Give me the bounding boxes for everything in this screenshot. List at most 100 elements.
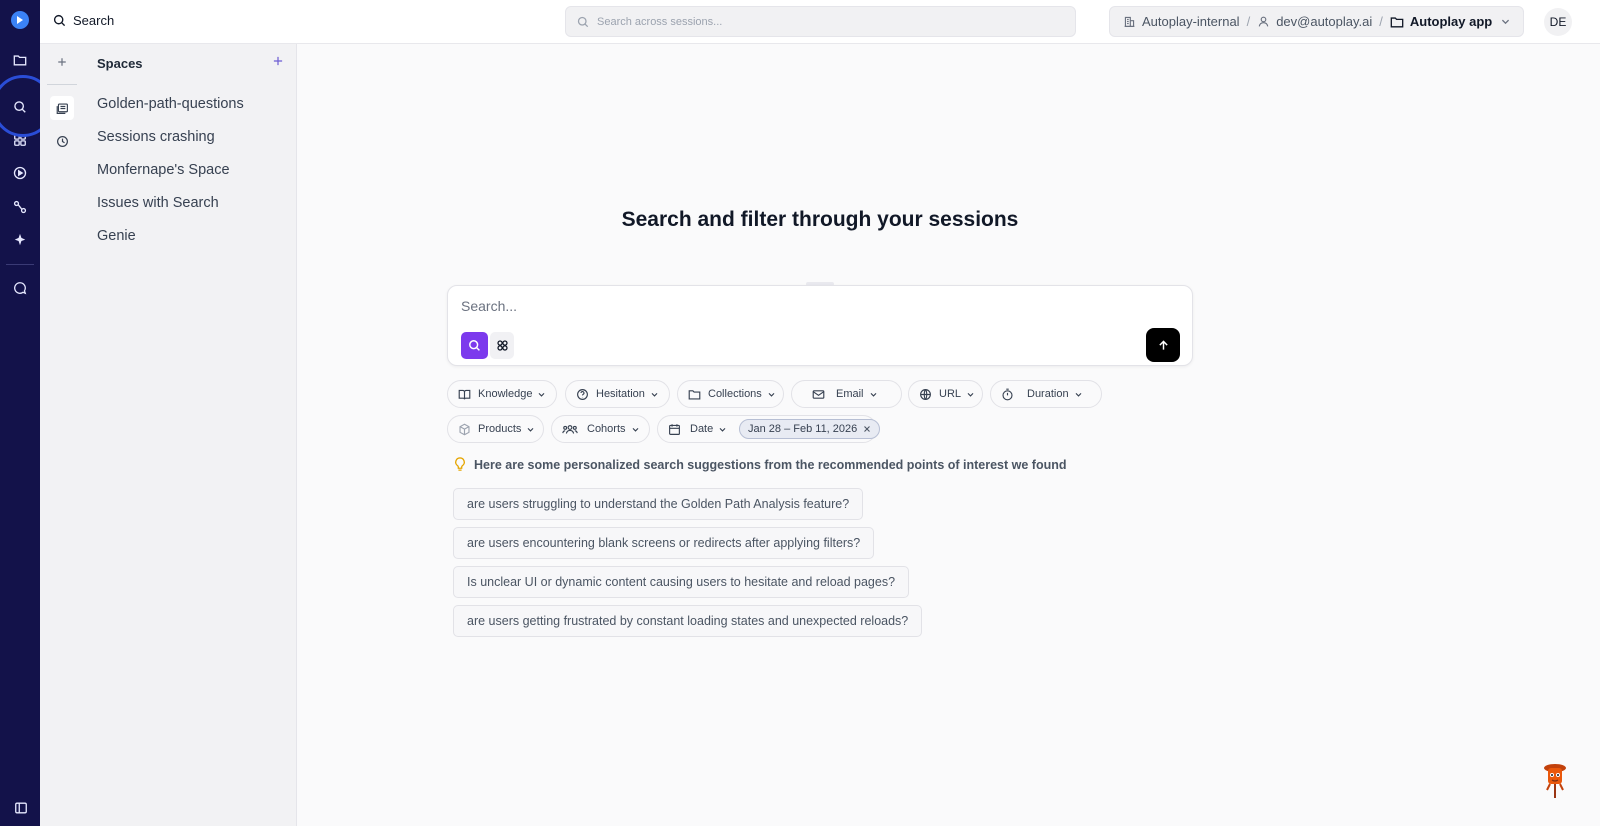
flow-icon[interactable] bbox=[9, 196, 31, 218]
space-item[interactable]: Sessions crashing bbox=[97, 129, 215, 145]
lightbulb-icon bbox=[455, 457, 465, 471]
page-headline: Search and filter through your sessions bbox=[621, 208, 1019, 231]
book-icon bbox=[458, 389, 471, 399]
dashboard-icon[interactable] bbox=[9, 129, 31, 151]
search-mode-button[interactable] bbox=[461, 332, 488, 359]
folder-icon bbox=[1390, 16, 1404, 27]
filter-label: Date bbox=[690, 423, 714, 435]
app-logo-icon[interactable] bbox=[11, 11, 29, 29]
global-search[interactable] bbox=[565, 6, 1076, 37]
box-icon bbox=[459, 423, 470, 435]
knot-icon bbox=[496, 340, 508, 351]
filter-label: Duration bbox=[1027, 388, 1069, 400]
building-icon bbox=[1124, 16, 1135, 27]
arrow-up-icon bbox=[1158, 339, 1168, 350]
suggestion-item[interactable]: are users getting frustrated by constant… bbox=[453, 605, 923, 637]
space-item[interactable]: Golden-path-questions bbox=[97, 96, 244, 112]
page-title-label: Search bbox=[73, 13, 115, 28]
chevron-down-icon bbox=[719, 427, 726, 432]
suggestion-item[interactable]: Is unclear UI or dynamic content causing… bbox=[453, 566, 910, 598]
calendar-icon bbox=[669, 423, 680, 435]
breadcrumb-separator: / bbox=[1379, 14, 1383, 29]
global-search-input[interactable] bbox=[597, 15, 1037, 28]
breadcrumb-separator: / bbox=[1246, 14, 1251, 29]
filter-label: Cohorts bbox=[587, 423, 626, 435]
filter-label: Products bbox=[478, 423, 522, 435]
chevron-down-icon bbox=[527, 427, 534, 432]
filter-label: Knowledge bbox=[478, 388, 533, 400]
rail-divider bbox=[6, 264, 34, 265]
app-label: Autoplay app bbox=[1409, 14, 1493, 29]
folder-icon[interactable] bbox=[9, 49, 31, 71]
search-icon bbox=[53, 14, 66, 27]
suggestions-hint: Here are some personalized search sugges… bbox=[454, 457, 1067, 472]
globe-icon bbox=[920, 388, 931, 400]
filter-label: Collections bbox=[708, 388, 762, 400]
filter-url[interactable]: URL bbox=[908, 380, 983, 408]
hint-text: Here are some personalized search sugges… bbox=[474, 457, 1067, 472]
chevron-down-icon bbox=[1075, 392, 1082, 397]
spaces-panel: Spaces Golden-path-questions Sessions cr… bbox=[84, 44, 297, 826]
users-icon bbox=[562, 424, 578, 434]
date-range-value: Jan 28 – Feb 11, 2026 bbox=[748, 423, 858, 435]
chevron-down-icon bbox=[539, 392, 545, 397]
user-label: dev@autoplay.ai bbox=[1276, 14, 1373, 29]
chat-icon[interactable] bbox=[9, 277, 31, 299]
space-item[interactable]: Issues with Search bbox=[97, 195, 219, 211]
plus-icon[interactable] bbox=[50, 50, 74, 74]
spaces-tab-icon[interactable] bbox=[50, 96, 74, 120]
session-search-box bbox=[447, 285, 1193, 366]
search-icon bbox=[577, 16, 589, 28]
filter-cohorts[interactable]: Cohorts bbox=[551, 415, 650, 443]
history-icon[interactable] bbox=[50, 129, 74, 153]
chevron-down-icon[interactable] bbox=[1500, 16, 1511, 27]
app-rail bbox=[0, 0, 40, 826]
sparkle-icon[interactable] bbox=[9, 229, 31, 251]
add-space-button[interactable] bbox=[270, 53, 286, 69]
top-bar: Search Autoplay-internal / dev@autoplay.… bbox=[40, 0, 1600, 44]
filter-duration[interactable]: Duration bbox=[990, 380, 1102, 408]
breadcrumb-user[interactable]: dev@autoplay.ai bbox=[1257, 14, 1372, 29]
avatar[interactable]: DE bbox=[1544, 8, 1572, 36]
folder-icon bbox=[688, 389, 701, 400]
filter-collections[interactable]: Collections bbox=[677, 380, 784, 408]
filter-label: Hesitation bbox=[596, 388, 645, 400]
page-title: Search bbox=[53, 13, 114, 28]
filter-knowledge[interactable]: Knowledge bbox=[447, 380, 557, 408]
filter-products[interactable]: Products bbox=[447, 415, 544, 443]
suggestion-item[interactable]: are users encountering blank screens or … bbox=[453, 527, 875, 559]
search-icon bbox=[469, 340, 480, 351]
mail-icon bbox=[812, 389, 825, 399]
chevron-down-icon bbox=[768, 392, 775, 397]
play-circle-icon[interactable] bbox=[9, 162, 31, 184]
session-search-input[interactable] bbox=[461, 298, 1151, 314]
timer-icon bbox=[1002, 388, 1013, 400]
chevron-down-icon bbox=[651, 392, 658, 397]
filter-email[interactable]: Email bbox=[791, 380, 902, 408]
send-button[interactable] bbox=[1146, 328, 1180, 362]
filter-label: URL bbox=[939, 388, 962, 400]
space-item[interactable]: Monfernape's Space bbox=[97, 162, 230, 178]
assistant-mascot-icon[interactable] bbox=[1540, 761, 1570, 801]
column-divider bbox=[47, 84, 77, 85]
question-icon bbox=[577, 388, 588, 400]
spaces-heading: Spaces bbox=[97, 56, 143, 71]
chevron-down-icon bbox=[632, 427, 638, 432]
clear-date-icon[interactable] bbox=[863, 425, 871, 433]
space-item[interactable]: Genie bbox=[97, 228, 136, 244]
date-range-tag: Jan 28 – Feb 11, 2026 bbox=[739, 419, 881, 439]
chevron-down-icon bbox=[967, 392, 974, 397]
suggestion-item[interactable]: are users struggling to understand the G… bbox=[453, 488, 864, 520]
chevron-down-icon bbox=[870, 392, 876, 397]
breadcrumb-app[interactable]: Autoplay app bbox=[1390, 14, 1492, 29]
ai-mode-button[interactable] bbox=[490, 332, 514, 359]
sidebar-toggle-icon[interactable] bbox=[12, 799, 30, 817]
search-icon[interactable] bbox=[9, 96, 31, 118]
filter-hesitation[interactable]: Hesitation bbox=[565, 380, 670, 408]
plus-icon bbox=[273, 56, 283, 66]
spaces-icon-column bbox=[40, 44, 84, 826]
context-switcher[interactable]: Autoplay-internal / dev@autoplay.ai / Au… bbox=[1109, 6, 1524, 37]
breadcrumb-org[interactable]: Autoplay-internal bbox=[1123, 14, 1240, 29]
filter-label: Email bbox=[836, 388, 864, 400]
user-icon bbox=[1258, 16, 1269, 27]
